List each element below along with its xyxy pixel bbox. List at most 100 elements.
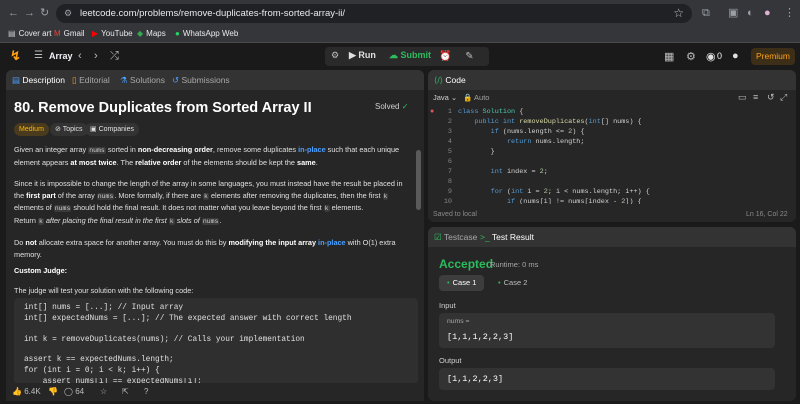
case-2-tab[interactable]: • Case 2 — [490, 275, 535, 291]
bookmark-maps[interactable]: ◆ Maps — [137, 29, 166, 38]
cast-icon[interactable]: ▣ — [728, 7, 738, 19]
problem-list-label[interactable]: Array — [49, 51, 73, 61]
prev-problem-icon[interactable]: ‹ — [78, 50, 82, 62]
output-label: Output — [439, 356, 462, 365]
bookmark-icon[interactable]: ▭ — [738, 92, 747, 103]
whatsapp-icon: ● — [175, 29, 180, 38]
settings-icon[interactable]: ⚙ — [686, 50, 696, 63]
timer-icon[interactable]: ⏰ — [436, 47, 455, 66]
notes-icon[interactable]: ✎ — [460, 47, 479, 66]
bookmark-cover-art[interactable]: ▤ Cover art — [8, 29, 51, 38]
thumbs-up-icon: 👍 — [12, 387, 22, 396]
help-icon[interactable]: ? — [144, 387, 148, 396]
judge-intro: The judge will test your solution with t… — [14, 286, 194, 295]
bookmark-gmail[interactable]: M Gmail — [54, 29, 85, 38]
fullscreen-icon[interactable]: ⤢ — [780, 92, 787, 103]
tab-description[interactable]: ▤ Description — [12, 75, 65, 86]
profile-avatar-icon[interactable]: ● — [764, 7, 771, 19]
editorial-icon: ▯ — [72, 75, 77, 85]
coins-count: 0 — [717, 51, 723, 61]
code-line: 8 — [447, 178, 452, 186]
tab-test-result[interactable]: >_ Test Result — [480, 232, 534, 242]
difficulty-badge[interactable]: Medium — [14, 123, 49, 136]
url-bar[interactable]: ⚙ leetcode.com/problems/remove-duplicate… — [56, 4, 692, 23]
cursor-position: Ln 16, Col 22 — [746, 211, 788, 218]
submissions-icon: ↺ — [172, 75, 180, 85]
shuffle-icon[interactable]: ⤮ — [110, 50, 119, 63]
output-box: [1,1,2,2,3] — [439, 368, 775, 390]
save-status: Saved to local — [433, 211, 477, 218]
tab-editorial[interactable]: ▯ Editorial — [72, 75, 110, 86]
reload-icon[interactable]: ↻ — [40, 7, 49, 19]
code-editor-panel: ⟨/⟩ Code Java ⌄ 🔒 Auto ▭ ≡ ↺ ⤢ ● 1 class … — [428, 70, 796, 222]
extensions-icon[interactable]: ⧉ — [702, 7, 710, 19]
param-name: nums = — [447, 318, 470, 325]
favorite-star-icon[interactable]: ☆ — [100, 387, 107, 396]
site-info-icon[interactable]: ⚙ — [64, 8, 72, 19]
tab-submissions[interactable]: ↺ Submissions — [172, 75, 230, 86]
custom-judge-heading: Custom Judge: — [14, 266, 68, 275]
premium-button[interactable]: Premium — [751, 48, 795, 65]
input-label: Input — [439, 301, 456, 310]
code-area[interactable]: ● 1 class Solution { 2 public int removeD… — [428, 106, 796, 204]
next-problem-icon[interactable]: › — [94, 50, 98, 62]
streak-icon[interactable]: ◉ — [706, 50, 716, 63]
layout-icon[interactable]: ▦ — [664, 50, 674, 63]
browser-menu-icon[interactable]: ⋮ — [784, 7, 795, 19]
debug-icon[interactable]: ⚙ — [331, 50, 339, 61]
language-select[interactable]: Java ⌄ — [433, 93, 457, 102]
test-result-panel: ☑ Testcase >_ Test Result Accepted Runti… — [428, 227, 796, 401]
format-icon[interactable]: ≡ — [753, 92, 758, 102]
in-place-link[interactable]: in-place — [298, 145, 326, 154]
profile-lens-icon[interactable]: ◐ — [747, 7, 754, 19]
code-line: 3 if (nums.length <= 2) { — [447, 128, 585, 136]
submit-button[interactable]: ☁ Submit — [389, 50, 431, 61]
description-paragraph-1: Given an integer array nums sorted in no… — [14, 145, 400, 167]
code-line: 9 for (int i = 2; i < nums.length; i++) … — [447, 188, 650, 196]
run-button[interactable]: ▶ Run — [349, 50, 376, 61]
description-footer: 👍 6.4K 👎 ◯ 64 ☆ ⇱ ? — [6, 383, 424, 401]
like-button[interactable]: 👍 6.4K — [12, 387, 41, 396]
comment-icon: ◯ — [64, 387, 73, 396]
bookmark-whatsapp[interactable]: ● WhatsApp Web — [175, 29, 238, 38]
gmail-icon: M — [54, 29, 61, 38]
user-avatar-icon[interactable]: ● — [732, 50, 739, 62]
leetcode-logo-icon[interactable]: ↯ — [10, 49, 24, 63]
accepted-status: Accepted — [439, 257, 494, 271]
reset-icon[interactable]: ↺ — [767, 92, 775, 103]
tab-code[interactable]: ⟨/⟩ Code — [434, 75, 466, 86]
address-row: ← → ↻ ⚙ leetcode.com/problems/remove-dup… — [0, 0, 800, 26]
tab-solutions[interactable]: ⚗ Solutions — [120, 75, 165, 86]
bookmark-youtube[interactable]: ▶ YouTube — [92, 29, 133, 38]
companies-tag[interactable]: ▣ Companies — [85, 123, 139, 136]
code-line: 10 if (nums[i] != nums[index - 2]) { — [443, 198, 642, 204]
description-paragraph-4: Do not allocate extra space for another … — [14, 238, 396, 259]
comments-button[interactable]: ◯ 64 — [64, 387, 84, 396]
runtime-text: Runtime: 0 ms — [490, 260, 539, 269]
input-box: nums = [1,1,1,2,2,3] — [439, 313, 775, 348]
share-icon[interactable]: ⇱ — [122, 387, 129, 396]
youtube-icon: ▶ — [92, 29, 99, 38]
param-value: [1,1,1,2,2,3] — [447, 332, 514, 342]
problem-list-icon[interactable]: ☰ — [34, 50, 43, 61]
dislike-icon[interactable]: 👎 — [48, 387, 58, 396]
result-tabs: ☑ Testcase >_ Test Result — [428, 227, 796, 247]
case-1-tab[interactable]: • Case 1 — [439, 275, 485, 291]
code-icon: ⟨/⟩ — [434, 75, 443, 85]
checkbox-icon: ☑ — [434, 232, 442, 242]
in-place-link-2[interactable]: in-place — [318, 238, 346, 247]
leetcode-toolbar: ↯ ☰ Array ‹ › ⤮ ⚙ ▶ Run ☁ Submit ⏰ ✎ ▦ ⚙… — [0, 44, 800, 69]
browser-chrome: ← → ↻ ⚙ leetcode.com/problems/remove-dup… — [0, 0, 800, 43]
description-scrollbar[interactable] — [416, 150, 421, 210]
bookmark-star-icon[interactable]: ☆ — [673, 6, 684, 20]
forward-icon[interactable]: → — [24, 7, 35, 19]
lock-icon: 🔒 — [463, 93, 473, 102]
url-text: leetcode.com/problems/remove-duplicates-… — [80, 8, 346, 19]
description-paragraph-3: Return k after placing the final result … — [14, 216, 222, 225]
code-line: 2 public int removeDuplicates(int[] nums… — [447, 118, 642, 126]
tab-testcase[interactable]: ☑ Testcase — [434, 232, 477, 243]
folder-icon: ▤ — [8, 29, 16, 38]
topics-tag[interactable]: ⊘ Topics — [50, 123, 88, 136]
auto-mode-toggle[interactable]: 🔒 Auto — [463, 93, 489, 102]
back-icon[interactable]: ← — [8, 7, 19, 19]
